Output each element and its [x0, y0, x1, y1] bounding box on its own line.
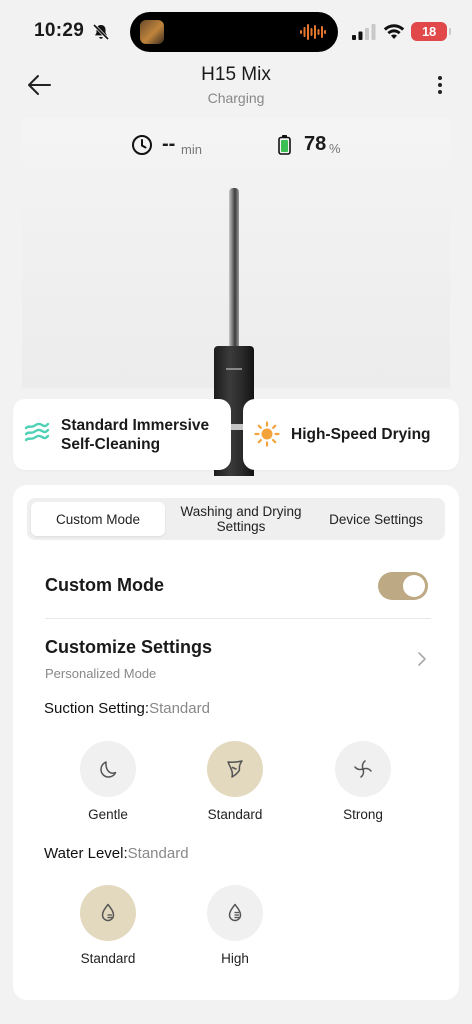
- vacuum-handle-image: [229, 188, 239, 354]
- suction-setting-title: Suction Setting:: [44, 700, 150, 717]
- cellular-signal-icon: [352, 24, 376, 40]
- chevron-right-icon: [418, 652, 426, 666]
- option-circle: [80, 741, 136, 797]
- status-battery: 18: [411, 22, 451, 41]
- water-level-value: Standard: [127, 845, 189, 862]
- water-level-title: Water Level:: [44, 845, 128, 862]
- custom-mode-toggle[interactable]: [378, 572, 428, 600]
- device-stats: -- min 78 %: [0, 130, 472, 160]
- option-circle: [80, 885, 136, 941]
- water-level-label: Water Level:Standard: [44, 845, 189, 862]
- self-cleaning-mode-label: Standard Immersive Self-Cleaning: [61, 417, 210, 453]
- settings-tabs: Custom Mode Washing and Drying Settings …: [27, 498, 445, 540]
- settings-panel: Custom Mode Washing and Drying Settings …: [13, 485, 459, 1000]
- remaining-time-unit: min: [181, 142, 202, 157]
- toggle-knob: [403, 575, 425, 597]
- now-playing-thumbnail: [140, 20, 164, 44]
- suction-setting-value: Standard: [149, 700, 210, 717]
- tab-custom-mode[interactable]: Custom Mode: [31, 502, 165, 536]
- water-option-high[interactable]: High: [190, 885, 280, 966]
- status-bar: 10:29 18: [0, 0, 472, 62]
- suction-option-strong[interactable]: Strong: [318, 741, 408, 822]
- waves-icon: [24, 422, 50, 442]
- audio-wave-icon: [300, 24, 326, 40]
- suction-option-label: Strong: [343, 807, 383, 822]
- customize-settings-subtitle: Personalized Mode: [45, 666, 157, 681]
- remaining-time-value: --: [162, 133, 176, 155]
- suction-option-label: Standard: [207, 807, 263, 822]
- water-option-label: Standard: [80, 951, 136, 966]
- water-drop-icon: [228, 903, 242, 922]
- status-time: 10:29: [34, 20, 85, 41]
- water-drop-icon: [101, 903, 115, 922]
- device-battery-unit: %: [329, 141, 341, 156]
- strong-suction-icon: [354, 760, 372, 778]
- clock-icon: [132, 135, 152, 155]
- option-circle: [207, 885, 263, 941]
- water-option-standard[interactable]: Standard: [63, 885, 153, 966]
- sun-icon: [254, 421, 280, 447]
- device-battery-value: 78: [304, 133, 327, 155]
- device-battery-icon: [278, 135, 291, 155]
- status-battery-level: 18: [421, 24, 437, 39]
- more-options-icon[interactable]: [430, 74, 450, 96]
- customize-settings-title: Customize Settings: [45, 637, 213, 657]
- tab-washing-drying-settings[interactable]: Washing and Drying Settings: [175, 498, 307, 540]
- suction-option-label: Gentle: [88, 807, 128, 822]
- drying-mode-card[interactable]: High-Speed Drying: [243, 399, 459, 470]
- suction-option-gentle[interactable]: Gentle: [63, 741, 153, 822]
- divider: [45, 618, 431, 619]
- drying-mode-label: High-Speed Drying: [291, 426, 431, 443]
- bell-muted-icon: [92, 23, 110, 41]
- standard-suction-icon: [227, 760, 243, 778]
- custom-mode-label: Custom Mode: [45, 575, 164, 595]
- option-circle: [207, 741, 263, 797]
- water-option-label: High: [221, 951, 249, 966]
- device-status: Charging: [207, 90, 265, 106]
- self-cleaning-mode-card[interactable]: Standard Immersive Self-Cleaning: [13, 399, 231, 470]
- option-circle: [335, 741, 391, 797]
- page-title: H15 Mix: [201, 64, 271, 85]
- wifi-icon: [383, 24, 405, 39]
- suction-setting-label: Suction Setting:Standard: [44, 700, 210, 717]
- gentle-suction-icon: [100, 761, 117, 778]
- tab-device-settings[interactable]: Device Settings: [311, 498, 441, 540]
- dynamic-island: [130, 12, 338, 52]
- suction-option-standard[interactable]: Standard: [190, 741, 280, 822]
